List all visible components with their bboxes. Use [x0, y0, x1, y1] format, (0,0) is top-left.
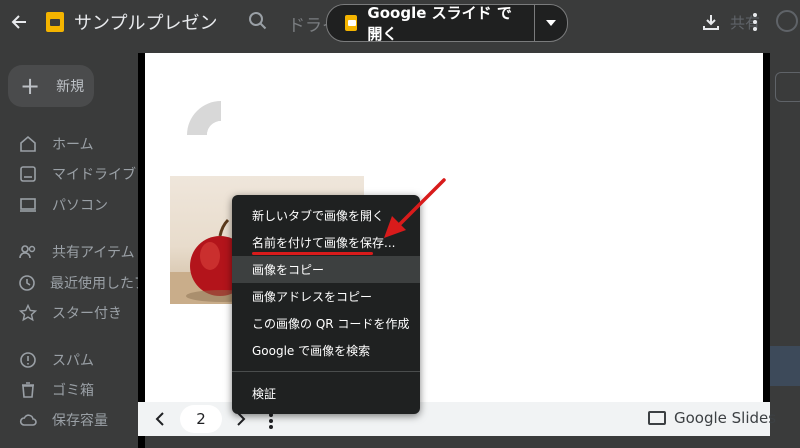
sidebar-item-storage[interactable]: 保存容量: [0, 407, 138, 433]
prev-page-icon[interactable]: [150, 409, 170, 429]
recent-icon: [18, 273, 36, 293]
menu-item-copy-image[interactable]: 画像をコピー: [232, 256, 420, 283]
right-panel-highlight: [770, 346, 800, 386]
cloud-icon: [18, 410, 38, 430]
home-icon: [18, 134, 38, 154]
viewer-frame-left: [138, 53, 145, 448]
computer-icon: [18, 195, 38, 215]
more-vert-icon[interactable]: [745, 10, 765, 34]
grid-view-toggle[interactable]: [775, 72, 800, 102]
sidebar-item-label: スター付き: [52, 306, 122, 322]
sidebar-item-label: 保存容量: [52, 413, 108, 429]
trash-icon: [18, 380, 38, 400]
sidebar-item-label: パソコン: [52, 198, 108, 214]
sidebar: ホーム マイドライブ パソコン 共有アイテム 最近使用したア スター付き ス: [0, 56, 138, 448]
slides-file-icon: [46, 12, 64, 32]
open-button-label: Google スライド で開く: [367, 4, 512, 42]
sidebar-item-trash[interactable]: ゴミ箱: [0, 377, 138, 403]
download-icon[interactable]: [700, 10, 722, 34]
open-dropdown-toggle[interactable]: [533, 5, 567, 41]
viewer-frame-right: [763, 53, 770, 402]
google-slides-brand[interactable]: Google Slides: [648, 409, 776, 427]
google-slides-label: Google Slides: [674, 409, 777, 427]
sidebar-item-home[interactable]: ホーム: [0, 131, 138, 157]
sidebar-item-label: ホーム: [52, 137, 94, 153]
sidebar-item-computers[interactable]: パソコン: [0, 192, 138, 218]
file-title: サンプルプレゼン: [74, 13, 218, 34]
google-slides-icon: [345, 15, 358, 31]
open-with-slides-button[interactable]: Google スライド で開く: [326, 4, 568, 42]
sidebar-item-recent[interactable]: 最近使用したア: [0, 270, 138, 296]
sidebar-item-starred[interactable]: スター付き: [0, 300, 138, 326]
back-arrow-icon[interactable]: [6, 8, 32, 36]
open-main[interactable]: Google スライド で開く: [327, 5, 534, 41]
top-bar: サンプルプレゼン ドライ Google スライド で開く 共有: [0, 0, 800, 44]
sidebar-item-label: 共有アイテム: [52, 245, 135, 261]
sidebar-item-spam[interactable]: スパム: [0, 347, 138, 373]
slides-brand-icon: [648, 411, 666, 425]
menu-item-create-qr-code[interactable]: この画像の QR コードを作成: [232, 310, 420, 337]
shared-icon: [18, 242, 38, 262]
menu-item-inspect[interactable]: 検証: [232, 380, 420, 407]
search-icon[interactable]: [248, 11, 268, 35]
my-drive-icon: [18, 164, 38, 184]
menu-divider: [232, 371, 420, 372]
sidebar-item-label: 最近使用したア: [50, 276, 138, 292]
quarter-circle-graphic: [187, 101, 221, 135]
menu-item-copy-image-address[interactable]: 画像アドレスをコピー: [232, 283, 420, 310]
help-icon[interactable]: [776, 10, 798, 32]
sidebar-item-my-drive[interactable]: マイドライブ: [0, 161, 138, 187]
sidebar-item-label: ゴミ箱: [52, 383, 94, 399]
sidebar-item-shared[interactable]: 共有アイテム: [0, 239, 138, 265]
star-icon: [18, 303, 38, 323]
spam-icon: [18, 350, 38, 370]
menu-item-search-image-google[interactable]: Google で画像を検索: [232, 337, 420, 364]
page-number-box[interactable]: 2: [180, 405, 222, 433]
sidebar-item-label: スパム: [52, 353, 94, 369]
sidebar-item-label: マイドライブ: [52, 167, 136, 183]
annotation-arrow: [384, 178, 446, 238]
caret-down-icon: [545, 20, 556, 26]
annotation-underline: [252, 252, 373, 255]
